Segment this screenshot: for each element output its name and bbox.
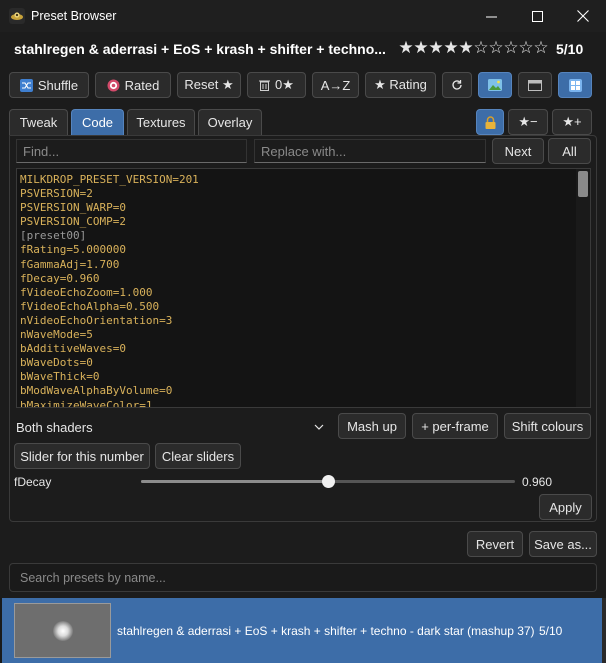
target-icon xyxy=(107,79,120,92)
tab-code[interactable]: Code xyxy=(71,109,124,135)
code-line: bWaveThick=0 xyxy=(20,370,100,384)
code-line: PSVERSION=2 xyxy=(20,187,93,201)
find-next-button[interactable]: Next xyxy=(492,138,544,164)
code-line: bWaveDots=0 xyxy=(20,356,93,370)
rated-button[interactable]: Rated xyxy=(95,72,171,98)
window-view-button[interactable] xyxy=(518,72,552,98)
code-line: fGammaAdj=1.700 xyxy=(20,257,120,271)
minimize-button[interactable] xyxy=(468,0,514,32)
preset-title: stahlregen & aderrasi + EoS + krash + sh… xyxy=(14,41,386,57)
star-empty-icon[interactable]: ☆ xyxy=(473,38,488,58)
star-filled-icon[interactable]: ★ xyxy=(443,38,458,58)
replace-all-button[interactable]: All xyxy=(548,138,591,164)
code-editor[interactable]: MILKDROP_PRESET_VERSION=201 PSVERSION=2 PS… xyxy=(16,168,591,408)
tab-tweak[interactable]: Tweak xyxy=(9,109,68,135)
code-line: [preset00] xyxy=(20,229,87,243)
list-scrollbar[interactable] xyxy=(602,598,606,663)
title-bar: Preset Browser xyxy=(0,0,606,32)
per-frame-button[interactable]: + per-frame xyxy=(412,413,498,439)
star-filled-icon[interactable]: ★ xyxy=(428,38,443,58)
mash-up-button[interactable]: Mash up xyxy=(338,413,406,439)
preset-search-input[interactable] xyxy=(9,563,597,592)
app-icon xyxy=(9,8,25,24)
code-line: fDecay=0.960 xyxy=(20,271,100,285)
tab-textures[interactable]: Textures xyxy=(127,109,195,135)
sort-rating-button[interactable]: ★ Rating xyxy=(365,72,436,98)
code-text: MILKDROP_PRESET_VERSION=201 PSVERSION=2 PS… xyxy=(20,173,199,408)
preset-thumbnail xyxy=(14,603,111,658)
image-icon xyxy=(488,79,502,91)
grid-icon xyxy=(568,78,582,92)
replace-input[interactable] xyxy=(254,139,486,163)
slider-for-number-button[interactable]: Slider for this number xyxy=(14,443,150,469)
code-line: nWaveMode=5 xyxy=(20,328,93,342)
star-filled-icon[interactable]: ★ xyxy=(458,38,473,58)
tab-overlay[interactable]: Overlay xyxy=(198,109,262,135)
code-line: fRating=5.000000 xyxy=(20,243,126,257)
find-input[interactable] xyxy=(16,139,247,163)
close-button[interactable] xyxy=(560,0,606,32)
minimize-icon xyxy=(485,11,497,22)
save-as-button[interactable]: Save as... xyxy=(529,531,597,557)
grid-view-button[interactable] xyxy=(558,72,592,98)
star-plus-button[interactable]: ★+ xyxy=(552,109,592,135)
code-line: bAdditiveWaves=0 xyxy=(20,342,126,356)
refresh-icon xyxy=(451,79,463,91)
rating-text: 5/10 xyxy=(556,41,584,57)
zero-star-button[interactable]: 0★ xyxy=(247,72,306,98)
shift-colours-button[interactable]: Shift colours xyxy=(504,413,591,439)
code-line: nVideoEchoOrientation=3 xyxy=(20,313,173,327)
code-line: PSVERSION_COMP=2 xyxy=(20,215,126,229)
chevron-down-icon xyxy=(314,420,324,435)
window-icon xyxy=(528,79,542,91)
image-view-button[interactable] xyxy=(478,72,512,98)
code-line: bMaximizeWaveColor=1 xyxy=(20,398,153,408)
star-empty-icon[interactable]: ☆ xyxy=(518,38,533,58)
code-line: MILKDROP_PRESET_VERSION=201 xyxy=(20,173,199,186)
apply-button[interactable]: Apply xyxy=(539,494,592,520)
lock-icon xyxy=(485,115,496,129)
slider-value: 0.960 xyxy=(522,475,553,489)
fdecay-slider[interactable] xyxy=(141,475,515,488)
slider-fill xyxy=(141,480,328,483)
sort-az-button[interactable]: A→Z xyxy=(312,72,359,98)
slider-label: fDecay xyxy=(14,475,52,489)
trash-icon xyxy=(259,79,271,91)
preset-list: stahlregen & aderrasi + EoS + krash + sh… xyxy=(0,598,606,663)
slider-thumb[interactable] xyxy=(322,475,335,488)
star-empty-icon[interactable]: ☆ xyxy=(533,38,548,58)
refresh-button[interactable] xyxy=(442,72,472,98)
star-minus-button[interactable]: ★− xyxy=(508,109,548,135)
maximize-button[interactable] xyxy=(514,0,560,32)
maximize-icon xyxy=(531,10,543,22)
reset-rating-button[interactable]: Reset ★ xyxy=(177,72,241,98)
close-icon xyxy=(577,10,589,22)
list-item[interactable]: stahlregen & aderrasi + EoS + krash + sh… xyxy=(2,598,602,663)
window-title: Preset Browser xyxy=(31,9,117,23)
star-rating[interactable]: ★ ★ ★ ★ ★ ☆ ☆ ☆ ☆ ☆ xyxy=(398,38,548,58)
code-scrollbar-thumb[interactable] xyxy=(578,171,588,197)
shuffle-icon xyxy=(19,78,33,92)
code-line: fVideoEchoAlpha=0.500 xyxy=(20,299,160,313)
code-line: bModWaveAlphaByVolume=0 xyxy=(20,384,173,398)
star-filled-icon[interactable]: ★ xyxy=(413,38,428,58)
preset-rating: 5/10 xyxy=(539,624,563,638)
lock-button[interactable] xyxy=(476,109,504,135)
star-empty-icon[interactable]: ☆ xyxy=(503,38,518,58)
preset-name: stahlregen & aderrasi + EoS + krash + sh… xyxy=(117,624,535,638)
shuffle-button[interactable]: Shuffle xyxy=(9,72,89,98)
preset-header: stahlregen & aderrasi + EoS + krash + sh… xyxy=(0,36,606,64)
revert-button[interactable]: Revert xyxy=(467,531,523,557)
shader-select-value: Both shaders xyxy=(16,419,93,435)
code-line: PSVERSION_WARP=0 xyxy=(20,201,126,215)
star-empty-icon[interactable]: ☆ xyxy=(488,38,503,58)
star-filled-icon[interactable]: ★ xyxy=(398,38,413,58)
shader-select[interactable]: Both shaders xyxy=(10,414,330,440)
code-scrollbar[interactable] xyxy=(576,169,590,407)
code-line: fVideoEchoZoom=1.000 xyxy=(20,285,153,299)
clear-sliders-button[interactable]: Clear sliders xyxy=(155,443,241,469)
